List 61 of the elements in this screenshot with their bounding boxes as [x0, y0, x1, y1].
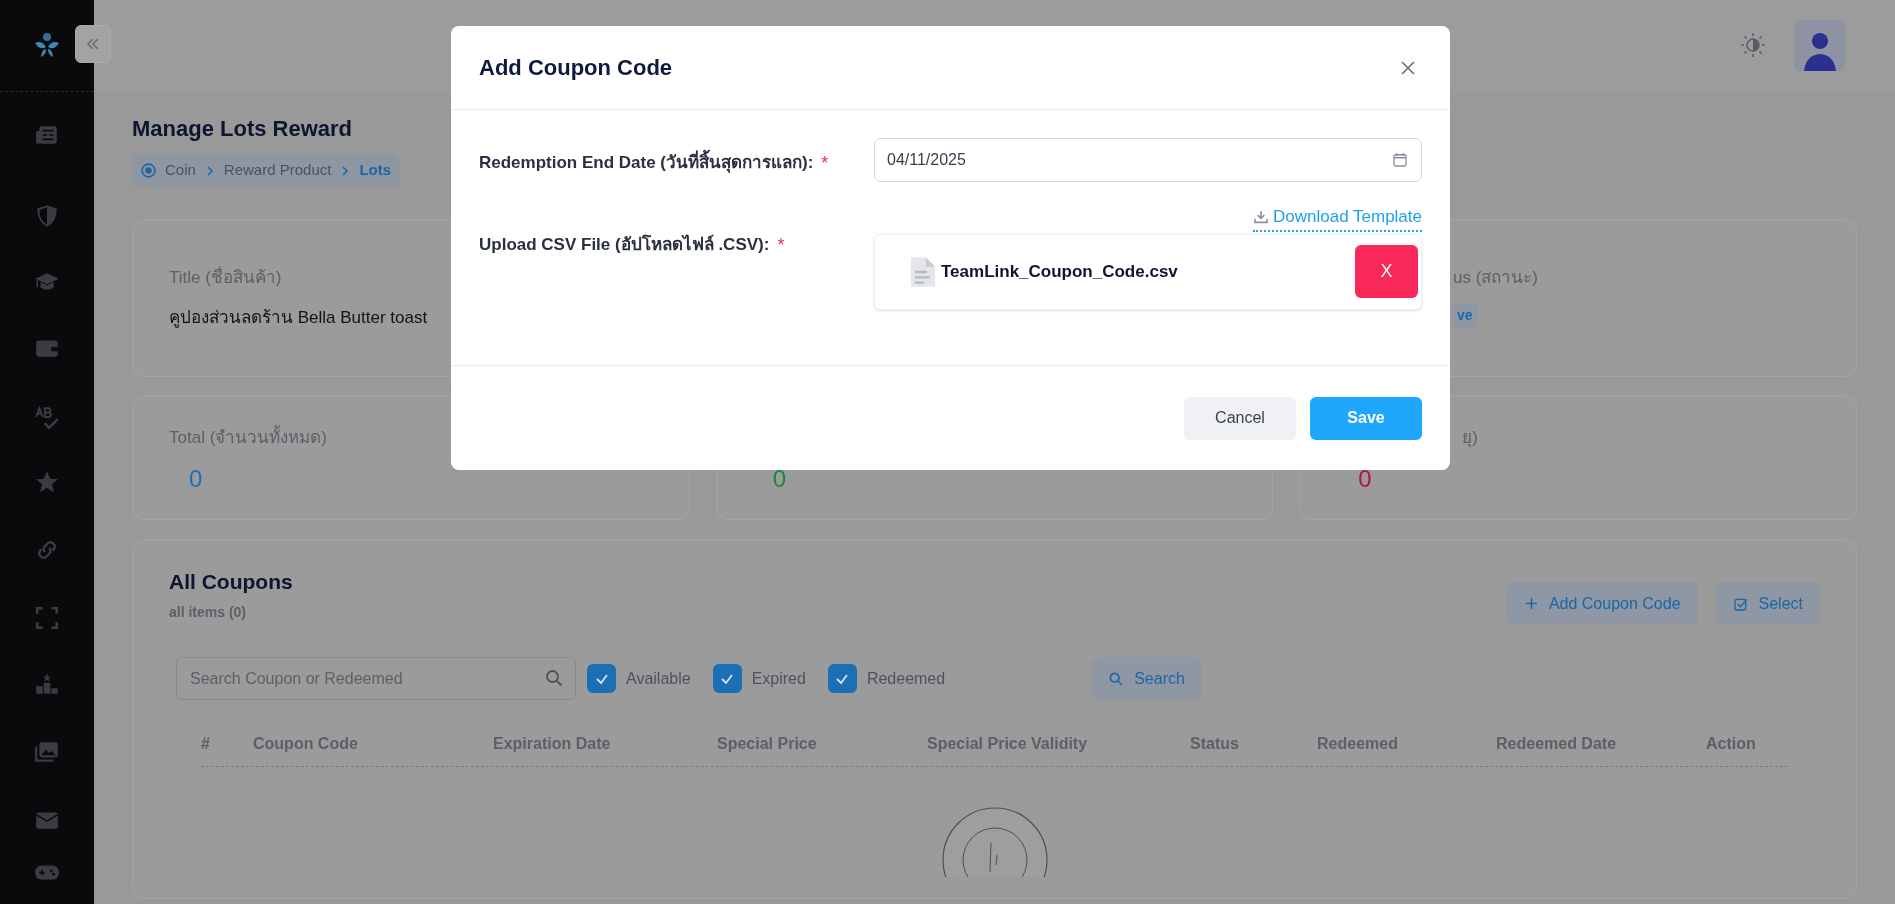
filter-label: Available — [626, 668, 691, 689]
download-icon — [1253, 208, 1269, 225]
modal-title: Add Coupon Code — [479, 54, 673, 82]
status-label: us (สถานะ) — [1453, 267, 1538, 289]
collapse-sidebar-button[interactable] — [75, 25, 111, 63]
item-count: all items (0) — [169, 602, 247, 622]
column-header: Redeemed — [1317, 735, 1398, 752]
stat-value: 0 — [189, 464, 203, 494]
images-icon[interactable] — [34, 739, 60, 765]
stat-label: ยุ) — [1462, 427, 1478, 449]
page-title: Manage Lots Reward — [132, 115, 354, 143]
avatar[interactable] — [1794, 19, 1845, 71]
stat-value: 0 — [1358, 464, 1372, 494]
column-header: Action — [1706, 735, 1756, 752]
status-badge: ve — [1453, 302, 1477, 328]
calendar-icon — [1391, 151, 1409, 169]
section-title: All Coupons — [169, 569, 293, 595]
column-header: Redeemed Date — [1496, 735, 1617, 752]
download-template-link[interactable]: Download Template — [1253, 204, 1422, 232]
search-field[interactable]: Search Coupon or Redeemed — [176, 657, 576, 700]
plus-icon — [1523, 596, 1539, 611]
stat-label: Total (จำนวนทั้งหมด) — [169, 425, 327, 449]
column-header: Coupon Code — [253, 735, 358, 752]
column-header: Expiration Date — [493, 735, 611, 752]
column-header: # — [201, 735, 210, 752]
close-icon[interactable] — [1400, 59, 1416, 76]
breadcrumb-link[interactable]: Reward Product — [223, 159, 332, 182]
field-label: Upload CSV File (อัปโหลดไฟล์ .CSV): — [479, 233, 770, 256]
spellcheck-icon[interactable] — [34, 405, 60, 431]
add-coupon-button[interactable]: Add Coupon Code — [1506, 582, 1698, 625]
breadcrumb-link[interactable]: Lots — [359, 159, 392, 182]
save-button[interactable]: Save — [1310, 396, 1422, 440]
select-button[interactable]: Select — [1715, 582, 1820, 625]
filter-checkbox[interactable] — [712, 664, 742, 693]
target-icon — [140, 162, 157, 179]
star-icon[interactable] — [34, 469, 60, 495]
cancel-button[interactable]: Cancel — [1184, 396, 1296, 440]
column-header: Status — [1190, 735, 1239, 752]
breadcrumb-link[interactable]: Coin — [165, 159, 196, 182]
date-field[interactable]: 04/11/2025 — [874, 138, 1422, 182]
file-name: TeamLink_Coupon_Code.csv — [941, 260, 1178, 283]
search-button[interactable]: Search — [1092, 657, 1201, 700]
column-header: Special Price Validity — [927, 735, 1088, 752]
search-icon — [1108, 670, 1125, 687]
filter-label: Expired — [751, 668, 806, 689]
title-label: Title (ชื่อสินค้า) — [169, 265, 282, 291]
column-header: Special Price — [717, 735, 817, 752]
required-mark: * — [777, 234, 785, 257]
search-icon — [545, 669, 563, 687]
remove-file-button[interactable]: X — [1355, 245, 1418, 298]
title-value: คูปองส่วนลดร้าน Bella Butter toast — [169, 306, 428, 330]
theme-toggle-icon[interactable] — [1740, 32, 1766, 58]
filter-checkbox[interactable] — [587, 664, 616, 693]
required-mark: * — [821, 152, 829, 175]
double-chevron-left-icon — [86, 37, 100, 51]
field-label: Redemption End Date (วันที่สิ้นสุดการแลก): — [479, 150, 814, 176]
stat-value: 0 — [772, 464, 786, 494]
filter-checkbox[interactable] — [827, 664, 857, 693]
filter-label: Redeemed — [866, 668, 946, 689]
fullscreen-icon[interactable] — [34, 605, 60, 631]
shield-icon[interactable] — [34, 203, 60, 229]
